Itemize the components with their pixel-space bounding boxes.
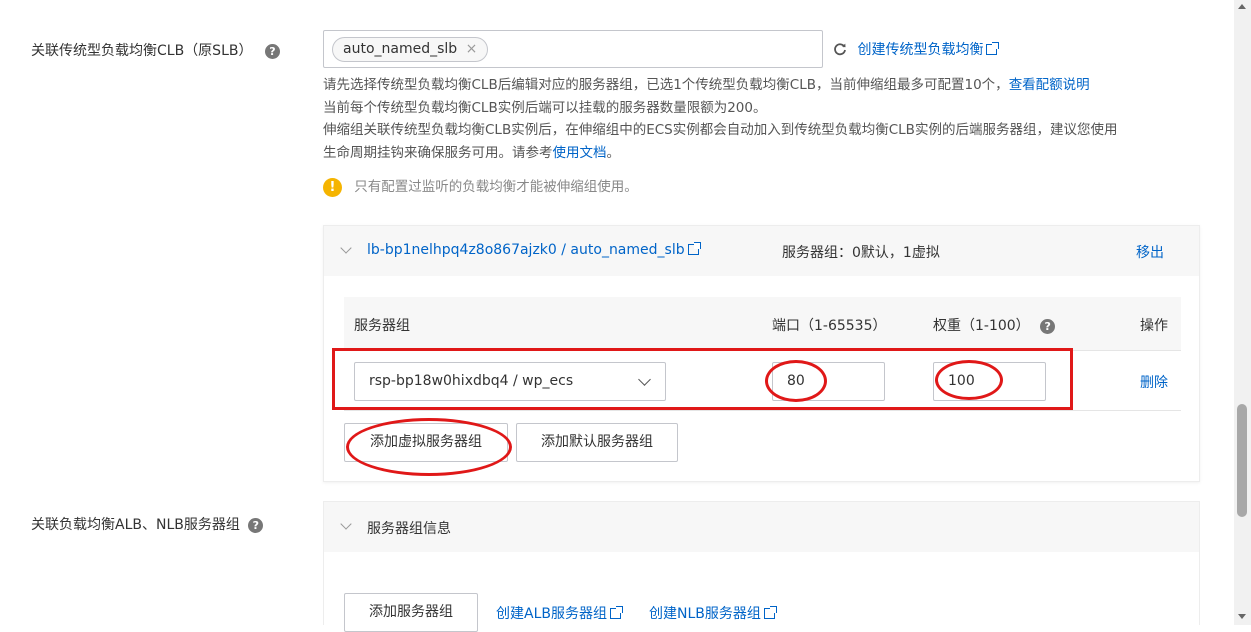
remove-clb-link[interactable]: 移出 bbox=[1136, 242, 1164, 262]
clb-label-text: 关联传统型负载均衡CLB（原SLB） bbox=[31, 43, 253, 59]
annotation-circle-weight bbox=[935, 360, 1003, 400]
create-clb-link-text[interactable]: 创建传统型负载均衡 bbox=[857, 42, 983, 58]
alb-panel-header: 服务器组信息 bbox=[324, 502, 1199, 552]
quota-link[interactable]: 查看配额说明 bbox=[1009, 77, 1090, 93]
col-header-action: 操作 bbox=[1140, 318, 1168, 334]
external-link-icon bbox=[763, 606, 777, 619]
add-server-group-button[interactable]: 添加服务器组 bbox=[344, 593, 478, 632]
delete-link[interactable]: 删除 bbox=[1140, 372, 1168, 392]
clb-panel-header: lb-bp1nelhpq4z8o867ajzk0 / auto_named_sl… bbox=[324, 226, 1199, 276]
alb-panel: 服务器组信息 添加服务器组 创建ALB服务器组 创建NLB服务器组 bbox=[323, 501, 1200, 632]
chevron-down-icon[interactable] bbox=[340, 518, 352, 530]
scroll-down-icon[interactable] bbox=[1238, 614, 1246, 619]
add-default-server-group-button[interactable]: 添加默认服务器组 bbox=[516, 423, 678, 462]
desc-line-3: 伸缩组关联传统型负载均衡CLB实例后，在伸缩组中的ECS实例都会自动加入到传统型… bbox=[323, 122, 1118, 138]
annotation-circle-add-virtual bbox=[346, 418, 512, 476]
server-group-summary: 服务器组：0默认，1虚拟 bbox=[782, 245, 940, 261]
clb-description: 请先选择传统型负载均衡CLB后编辑对应的服务器组，已选1个传统型负载均衡CLB，… bbox=[323, 74, 1117, 164]
warning-note: ! 只有配置过监听的负载均衡才能被伸缩组使用。 bbox=[323, 175, 638, 197]
help-icon[interactable]: ? bbox=[1040, 318, 1056, 334]
annotation-circle-port bbox=[765, 360, 827, 402]
clb-select-input[interactable]: auto_named_slb × bbox=[323, 30, 823, 68]
scrollbar-track[interactable] bbox=[1234, 0, 1251, 625]
desc-line-1: 请先选择传统型负载均衡CLB后编辑对应的服务器组，已选1个传统型负载均衡CLB，… bbox=[323, 77, 1090, 93]
create-alb-link[interactable]: 创建ALB服务器组 bbox=[496, 603, 623, 623]
scrollbar-thumb[interactable] bbox=[1237, 404, 1247, 517]
doc-link[interactable]: 使用文档 bbox=[553, 145, 607, 161]
alb-label: 关联负载均衡ALB、NLB服务器组 ? bbox=[31, 514, 264, 534]
refresh-icon[interactable] bbox=[833, 42, 847, 56]
warning-icon: ! bbox=[323, 177, 342, 197]
create-clb-link[interactable]: 创建传统型负载均衡 bbox=[833, 39, 1000, 59]
col-header-port: 端口（1-65535） bbox=[772, 318, 887, 334]
help-icon[interactable]: ? bbox=[248, 517, 264, 533]
chevron-down-icon[interactable] bbox=[340, 242, 352, 254]
server-group-table-header: 服务器组 端口（1-65535） 权重（1-100） ? 操作 bbox=[344, 297, 1181, 351]
warning-text: 只有配置过监听的负载均衡才能被伸缩组使用。 bbox=[354, 179, 638, 195]
selected-clb-tag: auto_named_slb × bbox=[332, 37, 489, 62]
selected-clb-tag-text: auto_named_slb bbox=[343, 41, 458, 57]
tag-close-icon[interactable]: × bbox=[466, 41, 478, 57]
desc-line-2: 当前每个传统型负载均衡CLB实例后端可以挂载的服务器数量限额为200。 bbox=[323, 99, 767, 116]
external-link-icon bbox=[687, 242, 701, 255]
create-nlb-link[interactable]: 创建NLB服务器组 bbox=[649, 603, 777, 623]
desc-line-4: 生命周期挂钩来确保服务可用。请参考使用文档。 bbox=[323, 144, 620, 161]
col-header-group: 服务器组 bbox=[354, 318, 410, 334]
clb-instance-link[interactable]: lb-bp1nelhpq4z8o867ajzk0 / auto_named_sl… bbox=[367, 242, 701, 258]
col-header-weight: 权重（1-100） ? bbox=[933, 315, 1056, 335]
help-icon[interactable]: ? bbox=[264, 43, 280, 59]
scroll-up-icon[interactable] bbox=[1238, 4, 1246, 9]
alb-panel-title: 服务器组信息 bbox=[367, 521, 451, 537]
clb-label: 关联传统型负载均衡CLB（原SLB） ? bbox=[31, 40, 280, 60]
external-link-icon bbox=[609, 606, 623, 619]
alb-label-text: 关联负载均衡ALB、NLB服务器组 bbox=[31, 517, 240, 533]
external-link-icon bbox=[986, 42, 1000, 55]
